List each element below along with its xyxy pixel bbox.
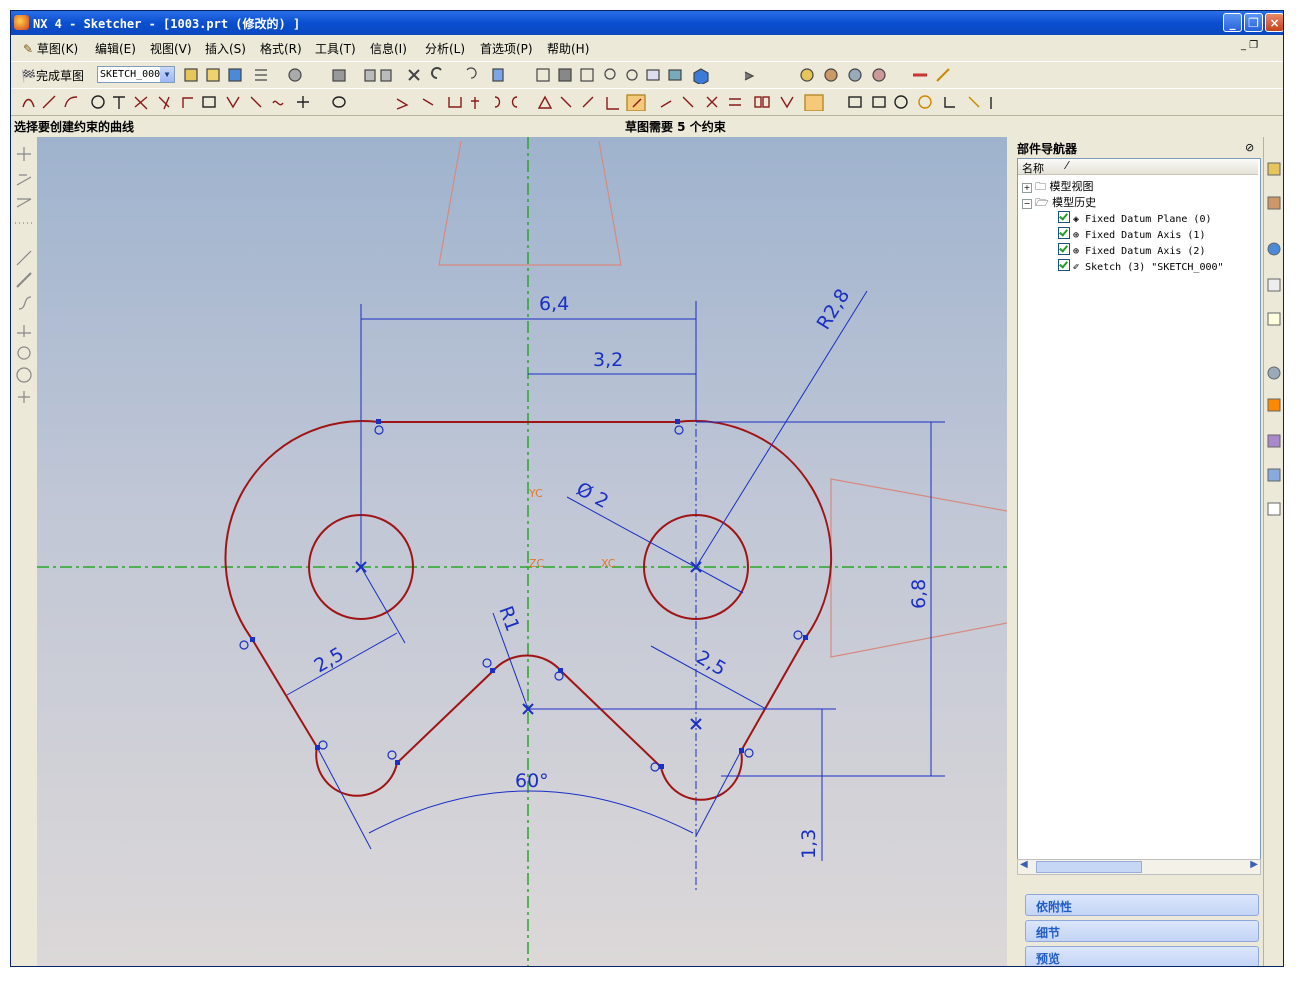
folder-open-icon: 🗁 [1035,196,1049,209]
pencil-icon: ✎ [23,42,34,56]
visibility-checkbox[interactable] [1058,243,1070,255]
dimension-height[interactable]: 6,8 [908,579,930,609]
left-tool-icons[interactable] [11,137,37,437]
part-navigator: 部件导航器 ⊘ 名称 ⁄ + 🗀 模型视图 − 🗁 模型历史 ◈ Fixed Datu… [1015,137,1262,966]
visibility-checkbox[interactable] [1058,211,1070,223]
menu-bar: ✎ 草图(K) 编辑(E) 视图(V) 插入(S) 格式(R) 工具(T) 信息… [11,37,1283,57]
restore-button[interactable]: ❐ [1244,13,1263,32]
tree-item-sketch[interactable]: ✐ Sketch (3) "SKETCH_000" [1058,259,1224,273]
datum-axis-icon: ⊕ [1073,230,1080,241]
resource-bar [1263,137,1284,966]
sketch-drawing[interactable]: 6,4 3,2 R2,8 Ø 2 6,8 2,5 2,5 R1 60° 1,3 … [37,137,1007,966]
dimension-radius-outer[interactable]: R2,8 [813,285,855,333]
navigator-tree: 名称 ⁄ + 🗀 模型视图 − 🗁 模型历史 ◈ Fixed Datum Plane … [1017,158,1261,860]
visibility-checkbox[interactable] [1058,227,1070,239]
checkered-flag-icon: 🏁 [21,69,36,83]
tree-item-datum-plane[interactable]: ◈ Fixed Datum Plane (0) [1058,211,1212,225]
sketch-icon: ✐ [1073,262,1080,273]
dimension-width-total[interactable]: 6,4 [539,293,569,315]
sketch-canvas[interactable]: 6,4 3,2 R2,8 Ø 2 6,8 2,5 2,5 R1 60° 1,3 … [37,137,1007,966]
dimension-width-half[interactable]: 3,2 [593,349,623,371]
menu-insert[interactable]: 插入(S) [205,40,246,57]
scroll-left-icon[interactable]: ◀ [1020,859,1028,870]
datum-plane-top [438,140,622,266]
preview-panel[interactable]: 预览 [1025,946,1259,966]
doc-minimize-icon[interactable]: _ ❐ [1241,40,1258,51]
tree-item-datum-axis-1[interactable]: ⊕ Fixed Datum Axis (1) [1058,227,1205,241]
visibility-checkbox[interactable] [1058,259,1070,271]
menu-analysis[interactable]: 分析(L) [425,40,465,57]
axis-label-yc: YC [528,487,543,500]
menu-tools[interactable]: 工具(T) [315,40,356,57]
scroll-thumb[interactable] [1036,861,1142,873]
dimension-offset-left[interactable]: 2,5 [311,643,348,677]
dimension-offset-right[interactable]: 2,5 [693,646,730,680]
details-panel[interactable]: 细节 [1025,920,1259,942]
standard-toolbar: 🏁完成草图 [11,61,1283,89]
folder-icon: 🗀 [1035,180,1046,193]
menu-help[interactable]: 帮助(H) [547,40,589,57]
navigator-title: 部件导航器 [1017,142,1078,156]
resource-bar-icons[interactable] [1264,137,1284,537]
sketch-tools-icons[interactable] [21,93,1061,111]
app-logo-icon [14,15,29,30]
status-constraints: 草图需要 5 个约束 [625,120,726,134]
dependencies-panel[interactable]: 依附性 [1025,894,1259,916]
cue-line: 选择要创建约束的曲线 草图需要 5 个约束 [11,115,1283,136]
menu-format[interactable]: 格式(R) [260,40,302,57]
status-prompt: 选择要创建约束的曲线 [14,120,135,134]
dimension-angle[interactable]: 60° [515,770,549,792]
axis-label-zc: ZC [529,557,545,570]
navigator-horizontal-scrollbar[interactable]: ◀ ▶ [1017,859,1261,875]
expand-icon[interactable]: + [1022,183,1032,193]
close-button[interactable]: × [1265,13,1283,32]
datum-axis-icon: ⊕ [1073,246,1080,257]
title-bar: NX 4 - Sketcher - [1003.prt (修改的) ] _ ❐ … [11,11,1283,35]
pin-icon[interactable]: ⊘ [1245,141,1254,154]
datum-plane-right [830,478,1007,658]
sketch-name-select[interactable]: SKETCH_000 ▼ [97,66,175,83]
chevron-down-icon: ▼ [160,67,174,82]
toolbar-icons-row1[interactable] [183,66,973,84]
finish-sketch-button[interactable]: 🏁完成草图 [21,67,84,84]
dimension-depth[interactable]: 1,3 [798,829,820,859]
dimension-hole-diameter[interactable]: Ø 2 [573,478,613,513]
menu-preferences[interactable]: 首选项(P) [480,40,533,57]
menu-sketch[interactable]: ✎ 草图(K) [23,40,78,57]
sketch-curve-toolbar [11,88,1283,116]
menu-edit[interactable]: 编辑(E) [95,40,136,57]
scroll-right-icon[interactable]: ▶ [1250,859,1258,870]
tree-item-datum-axis-2[interactable]: ⊕ Fixed Datum Axis (2) [1058,243,1205,257]
minimize-button[interactable]: _ [1223,13,1242,32]
application-window: NX 4 - Sketcher - [1003.prt (修改的) ] _ ❐ … [10,10,1284,967]
tree-column-header[interactable]: 名称 ⁄ [1018,159,1258,175]
collapse-icon[interactable]: − [1022,199,1032,209]
left-toolbar [11,137,38,966]
datum-plane-icon: ◈ [1073,214,1080,225]
window-title: NX 4 - Sketcher - [1003.prt (修改的) ] [33,17,301,31]
axis-label-xc: XC [601,557,616,570]
menu-info[interactable]: 信息(I) [370,40,407,57]
menu-view[interactable]: 视图(V) [150,40,192,57]
